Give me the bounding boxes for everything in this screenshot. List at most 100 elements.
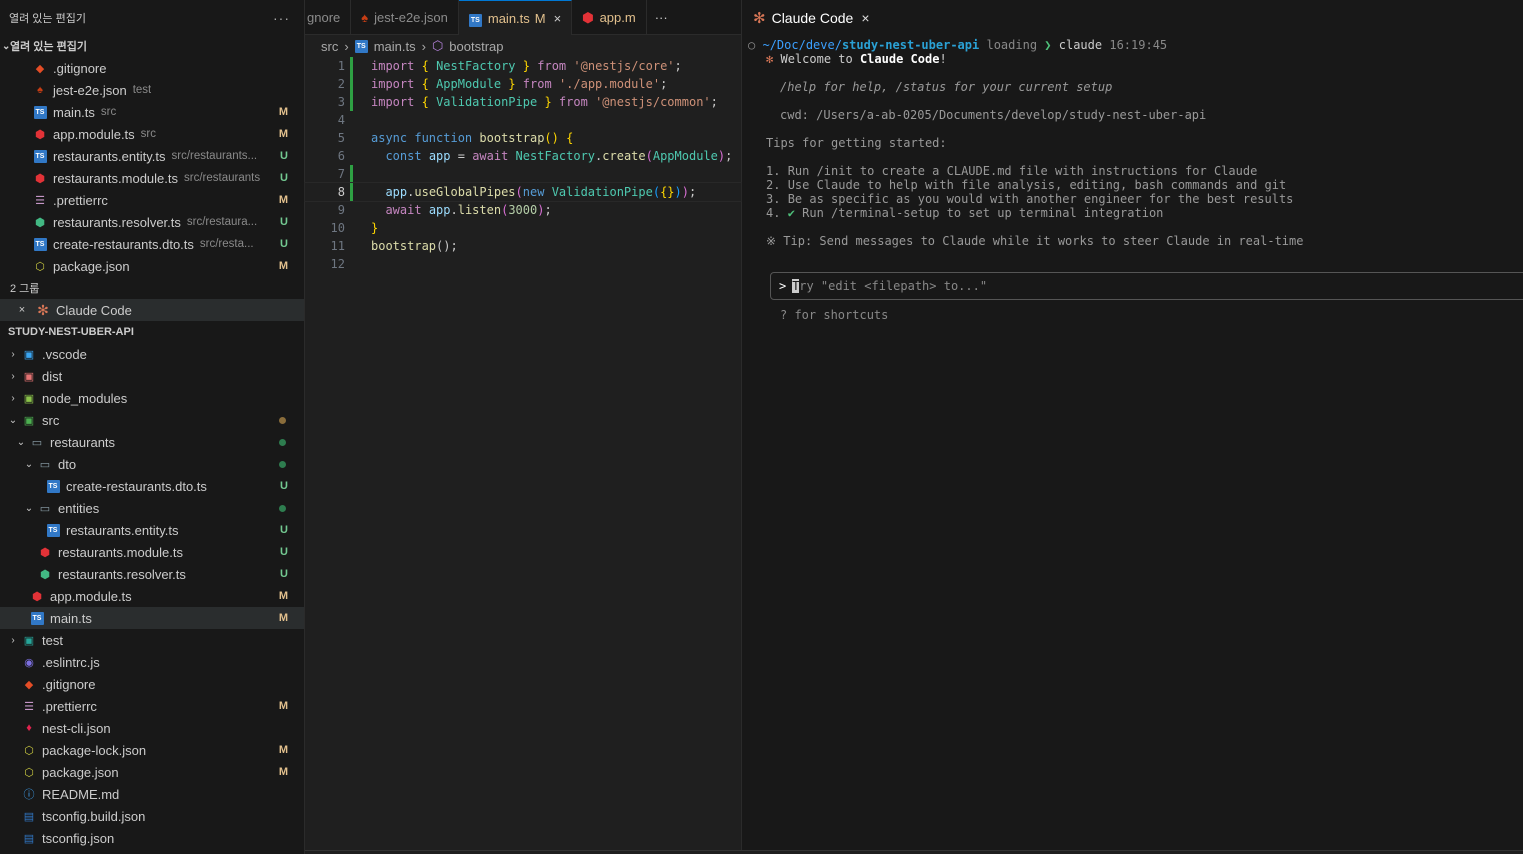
code-line[interactable]: 8 app.useGlobalPipes(new ValidationPipe(… xyxy=(304,182,742,202)
code-line[interactable]: 12 xyxy=(305,255,741,273)
code-line[interactable]: 11 bootstrap(); xyxy=(305,237,741,255)
tip-number: 2. xyxy=(766,178,781,192)
tab-label: Claude Code xyxy=(771,9,854,26)
code-line[interactable]: 5 async function bootstrap() { xyxy=(305,129,741,147)
open-editor-item[interactable]: TS create-restaurants.dto.ts src/resta... U xyxy=(0,233,304,255)
jest-icon: ♠ xyxy=(361,10,369,25)
shortcuts-hint: ? for shortcuts xyxy=(780,308,889,322)
open-editor-item[interactable]: ⬢ app.module.ts src M xyxy=(0,123,304,145)
tree-folder[interactable]: ⌄ ▭ entities xyxy=(0,497,304,519)
folder-icon: ▭ xyxy=(39,458,51,471)
json-icon: ⬡ xyxy=(24,766,34,779)
open-editor-item[interactable]: ☰ .prettierrc M xyxy=(0,189,304,211)
tree-folder[interactable]: › ▣ test xyxy=(0,629,304,651)
tree-file[interactable]: ▤ tsconfig.json xyxy=(0,827,304,849)
close-icon[interactable]: × xyxy=(554,11,562,26)
tree-folder[interactable]: ⌄ ▭ restaurants xyxy=(0,431,304,453)
tab-claude-code[interactable]: ✻ Claude Code × xyxy=(743,0,1523,35)
chevron-right-icon: › xyxy=(11,370,15,382)
code-line[interactable]: 2 import { AppModule } from './app.module… xyxy=(305,75,741,93)
breadcrumb-file[interactable]: main.ts xyxy=(374,39,416,54)
line-number: 10 xyxy=(330,221,345,235)
tree-folder[interactable]: › ▣ dist xyxy=(0,365,304,387)
claude-input[interactable]: > Try "edit <filepath> to..." xyxy=(770,272,1523,300)
open-editor-claude-code[interactable]: × ✻ Claude Code xyxy=(0,299,304,321)
open-editors-list: ◆ .gitignore ♠ jest-e2e.json test TS main.ts sr… xyxy=(0,57,304,277)
tree-file[interactable]: ⬡ package-lock.json M xyxy=(0,739,304,761)
code-line[interactable]: 3 import { ValidationPipe } from '@nestjs… xyxy=(305,93,741,111)
tree-file[interactable]: ⬡ package.json M xyxy=(0,761,304,783)
tree-file[interactable]: ⬢ restaurants.module.ts U xyxy=(0,541,304,563)
tab-app-m[interactable]: ⬢ app.m xyxy=(572,0,647,35)
tree-folder[interactable]: › ▣ .vscode xyxy=(0,343,304,365)
tree-file[interactable]: ▤ tsconfig.build.json xyxy=(0,805,304,827)
more-actions-icon[interactable]: ··· xyxy=(647,0,676,34)
vscode-folder-icon: ▣ xyxy=(23,348,35,361)
open-editor-hint: src/resta... xyxy=(199,238,254,250)
code-line[interactable]: 6 const app = await NestFactory.create(A… xyxy=(305,147,741,165)
line-number: 12 xyxy=(330,257,345,271)
more-actions-icon[interactable]: ··· xyxy=(273,10,290,26)
json-icon: ⬡ xyxy=(35,260,45,273)
claude-code-panel: ✻ Claude Code × ○ ~/Doc/deve/study-nest-… xyxy=(743,0,1523,854)
modified-dot xyxy=(279,416,286,424)
tree-file[interactable]: ⬢ app.module.ts M xyxy=(0,585,304,607)
open-editor-item[interactable]: ◆ .gitignore xyxy=(0,57,304,79)
prompt-line: ○ ~/Doc/deve/study-nest-uber-api loading… xyxy=(748,38,1168,52)
tree-folder[interactable]: ⌄ ▣ src xyxy=(0,409,304,431)
tree-file[interactable]: TS restaurants.entity.ts U xyxy=(0,519,304,541)
line-number: 2 xyxy=(337,77,345,91)
tab-main-ts[interactable]: TS main.ts M × xyxy=(458,0,573,35)
open-editor-item[interactable]: TS main.ts src M xyxy=(0,101,304,123)
ts-icon: TS xyxy=(354,39,368,53)
open-editor-item[interactable]: ♠ jest-e2e.json test xyxy=(0,79,304,101)
code-line[interactable]: 4 xyxy=(305,111,741,129)
git-status-badge: U xyxy=(280,238,288,250)
tree-folder[interactable]: ⌄ ▭ dto xyxy=(0,453,304,475)
tree-file[interactable]: ◉ .eslintrc.js xyxy=(0,651,304,673)
open-editor-item[interactable]: TS restaurants.entity.ts src/restaurants..… xyxy=(0,145,304,167)
tab-label: app.m xyxy=(599,10,636,25)
tree-file[interactable]: TS main.ts M xyxy=(0,607,304,629)
project-section-title[interactable]: STUDY-NEST-UBER-API xyxy=(0,321,304,343)
line-number: 4 xyxy=(337,113,345,127)
git-icon: ◆ xyxy=(35,62,45,75)
line-number: 6 xyxy=(337,149,345,163)
modified-badge: M xyxy=(534,10,546,26)
git-change-marker xyxy=(350,57,353,75)
tree-file[interactable]: ♦ nest-cli.json xyxy=(0,717,304,739)
tree-item-name: app.module.ts xyxy=(50,588,132,604)
code-line[interactable]: 10} xyxy=(305,219,741,237)
tree-file[interactable]: ⬢ restaurants.resolver.ts U xyxy=(0,563,304,585)
tree-file[interactable]: TS create-restaurants.dto.ts U xyxy=(0,475,304,497)
git-status-badge: M xyxy=(278,194,288,206)
tree-file[interactable]: ◆ .gitignore xyxy=(0,673,304,695)
editor-tabs: gnore ♠ jest-e2e.json TS main.ts M × ⬢ app.m ··· xyxy=(305,0,741,35)
close-icon[interactable]: × xyxy=(861,10,869,26)
code-line[interactable]: 9 await app.listen(3000); xyxy=(305,201,741,219)
close-icon[interactable]: × xyxy=(14,302,30,318)
code-area[interactable]: 1 import { NestFactory } from '@nestjs/co… xyxy=(304,57,742,273)
breadcrumb-src[interactable]: src xyxy=(321,39,338,54)
code-text: } xyxy=(371,221,379,235)
tsconfig-icon: ▤ xyxy=(23,810,35,823)
tip-text: Run /terminal-setup to set up terminal i… xyxy=(802,206,1164,220)
code-line[interactable]: 1 import { NestFactory } from '@nestjs/co… xyxy=(305,57,741,75)
test-folder-icon: ▣ xyxy=(23,634,35,647)
open-editor-item[interactable]: ⬢ restaurants.module.ts src/restaurants U xyxy=(0,167,304,189)
tree-file[interactable]: ☰ .prettierrc M xyxy=(0,695,304,717)
breadcrumb-symbol[interactable]: bootstrap xyxy=(449,39,503,54)
tab-gnore[interactable]: gnore xyxy=(305,0,352,35)
tree-folder[interactable]: › ▣ node_modules xyxy=(0,387,304,409)
code-text: async function bootstrap() { xyxy=(371,131,574,145)
open-editor-item[interactable]: ⬡ package.json M xyxy=(0,255,304,277)
open-editors-title: 열려 있는 편집기 xyxy=(10,41,87,53)
open-editor-item[interactable]: ⬢ restaurants.resolver.ts src/restaura... U xyxy=(0,211,304,233)
tree-item-name: README.md xyxy=(42,786,120,802)
code-line[interactable]: 7 xyxy=(305,165,741,183)
tree-file[interactable]: ⓘ README.md xyxy=(0,783,304,805)
panel-divider xyxy=(305,850,1523,854)
tips-list: 1. Run /init to create a CLAUDE.md file … xyxy=(748,164,1523,220)
open-editors-section[interactable]: ⌄ 열려 있는 편집기 xyxy=(0,35,304,57)
tab-jest-e2e-json[interactable]: ♠ jest-e2e.json xyxy=(351,0,459,35)
